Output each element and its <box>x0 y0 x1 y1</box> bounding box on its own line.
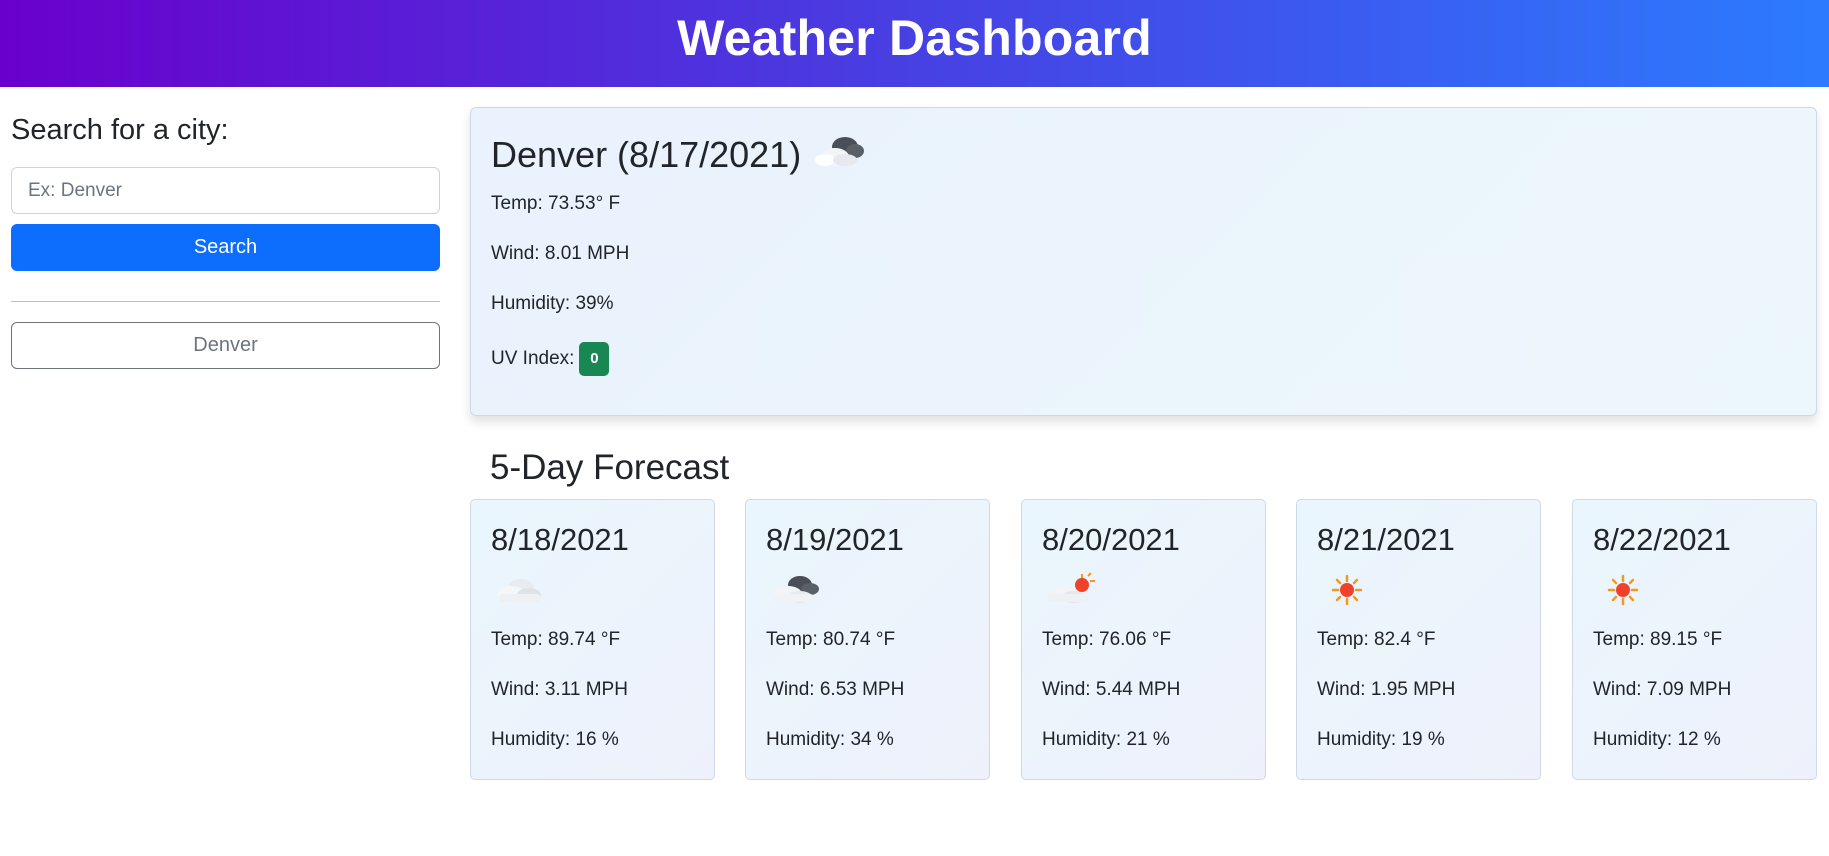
forecast-wind: Wind: 6.53 MPH <box>766 679 905 700</box>
forecast-date: 8/21/2021 <box>1317 522 1455 557</box>
partly-sunny-icon <box>1042 571 1098 613</box>
sun-icon <box>1317 572 1373 613</box>
forecast-temp: Temp: 82.4 °F <box>1317 629 1436 650</box>
city-search-input[interactable] <box>11 167 440 214</box>
forecast-card: 8/19/2021 Temp: 80.74 °F Wind: 6.53 MPH … <box>745 499 990 780</box>
uv-index-badge: 0 <box>579 342 610 376</box>
current-weather-card: Denver (8/17/2021) Temp: 73.53° F Wind: … <box>470 107 1817 416</box>
forecast-card: 8/18/2021 Temp: 89.74 °F Wind: 3.11 MPH … <box>470 499 715 780</box>
cloud-dark-icon <box>811 131 867 180</box>
uv-label: UV Index: <box>491 348 575 369</box>
forecast-humidity: Humidity: 12 % <box>1593 729 1721 750</box>
forecast-wind: Wind: 3.11 MPH <box>491 679 628 700</box>
cloud-dark-icon <box>766 572 822 613</box>
forecast-temp: Temp: 80.74 °F <box>766 629 896 650</box>
current-city-date: Denver (8/17/2021) <box>491 134 802 175</box>
current-uv-row: UV Index: 0 <box>491 342 1796 376</box>
current-wind: Wind: 8.01 MPH <box>491 243 630 264</box>
sidebar-divider <box>11 301 440 302</box>
search-button[interactable]: Search <box>11 224 440 271</box>
forecast-humidity: Humidity: 16 % <box>491 729 619 750</box>
forecast-card: 8/21/2021 Temp: 82.4 °F Wind: 1.95 MPH H… <box>1296 499 1541 780</box>
app-header: Weather Dashboard <box>0 0 1829 87</box>
current-humidity: Humidity: 39% <box>491 293 614 314</box>
history-item-denver[interactable]: Denver <box>11 322 440 369</box>
forecast-temp: Temp: 89.74 °F <box>491 629 621 650</box>
sun-icon <box>1593 572 1649 613</box>
forecast-humidity: Humidity: 21 % <box>1042 729 1170 750</box>
forecast-humidity: Humidity: 34 % <box>766 729 894 750</box>
forecast-date: 8/22/2021 <box>1593 522 1731 557</box>
search-label: Search for a city: <box>11 114 229 146</box>
forecast-humidity: Humidity: 19 % <box>1317 729 1445 750</box>
forecast-wind: Wind: 5.44 MPH <box>1042 679 1181 700</box>
forecast-date: 8/18/2021 <box>491 522 629 557</box>
forecast-row: 8/18/2021 Temp: 89.74 °F Wind: 3.11 MPH … <box>470 499 1817 780</box>
forecast-wind: Wind: 7.09 MPH <box>1593 679 1732 700</box>
page-title: Weather Dashboard <box>677 9 1152 66</box>
forecast-date: 8/19/2021 <box>766 522 904 557</box>
forecast-temp: Temp: 76.06 °F <box>1042 629 1172 650</box>
forecast-date: 8/20/2021 <box>1042 522 1180 557</box>
forecast-wind: Wind: 1.95 MPH <box>1317 679 1456 700</box>
current-weather-heading: Denver (8/17/2021) <box>491 134 1796 176</box>
current-temp: Temp: 73.53° F <box>491 193 621 214</box>
forecast-card: 8/22/2021 Temp: 89.15 °F Wind: 7.09 MPH … <box>1572 499 1817 780</box>
sidebar: Search for a city: Search Denver <box>11 111 440 369</box>
forecast-card: 8/20/2021 Temp: 76.06 °F Wind: 5.44 MPH … <box>1021 499 1266 780</box>
forecast-temp: Temp: 89.15 °F <box>1593 629 1723 650</box>
forecast-title: 5-Day Forecast <box>490 448 730 487</box>
cloud-icon <box>491 572 547 613</box>
